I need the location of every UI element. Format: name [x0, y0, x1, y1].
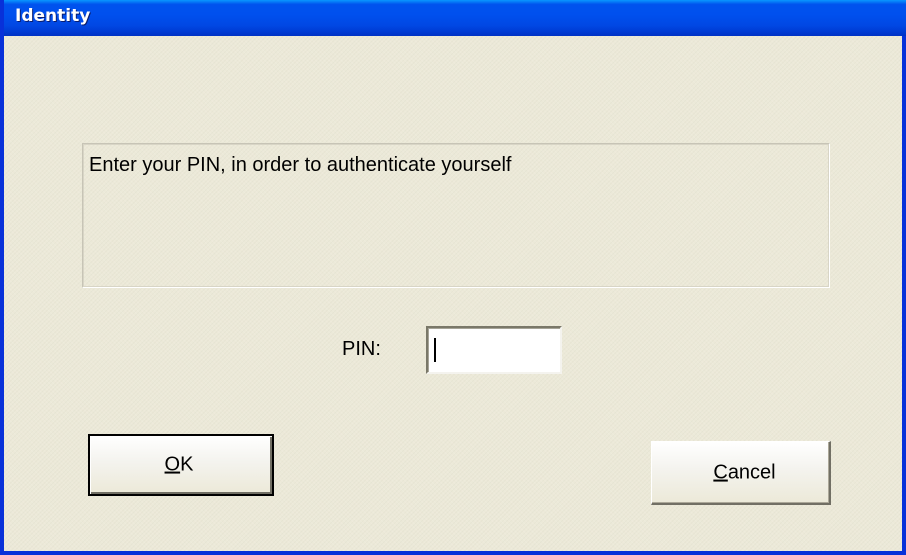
text-caret: [434, 338, 436, 362]
title-bar[interactable]: Identity: [4, 0, 906, 36]
ok-label-rest: K: [180, 453, 194, 476]
cancel-label-rest: ancel: [727, 461, 776, 484]
message-panel: Enter your PIN, in order to authenticate…: [82, 143, 830, 288]
dialog-client-area: Enter your PIN, in order to authenticate…: [4, 36, 902, 551]
window-title: Identity: [15, 6, 91, 26]
cancel-button-label: Cancel: [660, 461, 829, 483]
cancel-mnemonic: C: [713, 461, 728, 484]
cancel-button[interactable]: Cancel: [651, 441, 831, 505]
ok-mnemonic: O: [164, 453, 181, 476]
pin-input[interactable]: [426, 326, 562, 374]
pin-label: PIN:: [342, 338, 381, 360]
ok-button-label: OK: [86, 454, 272, 476]
ok-button[interactable]: OK: [88, 434, 274, 496]
instruction-message: Enter your PIN, in order to authenticate…: [89, 154, 512, 176]
